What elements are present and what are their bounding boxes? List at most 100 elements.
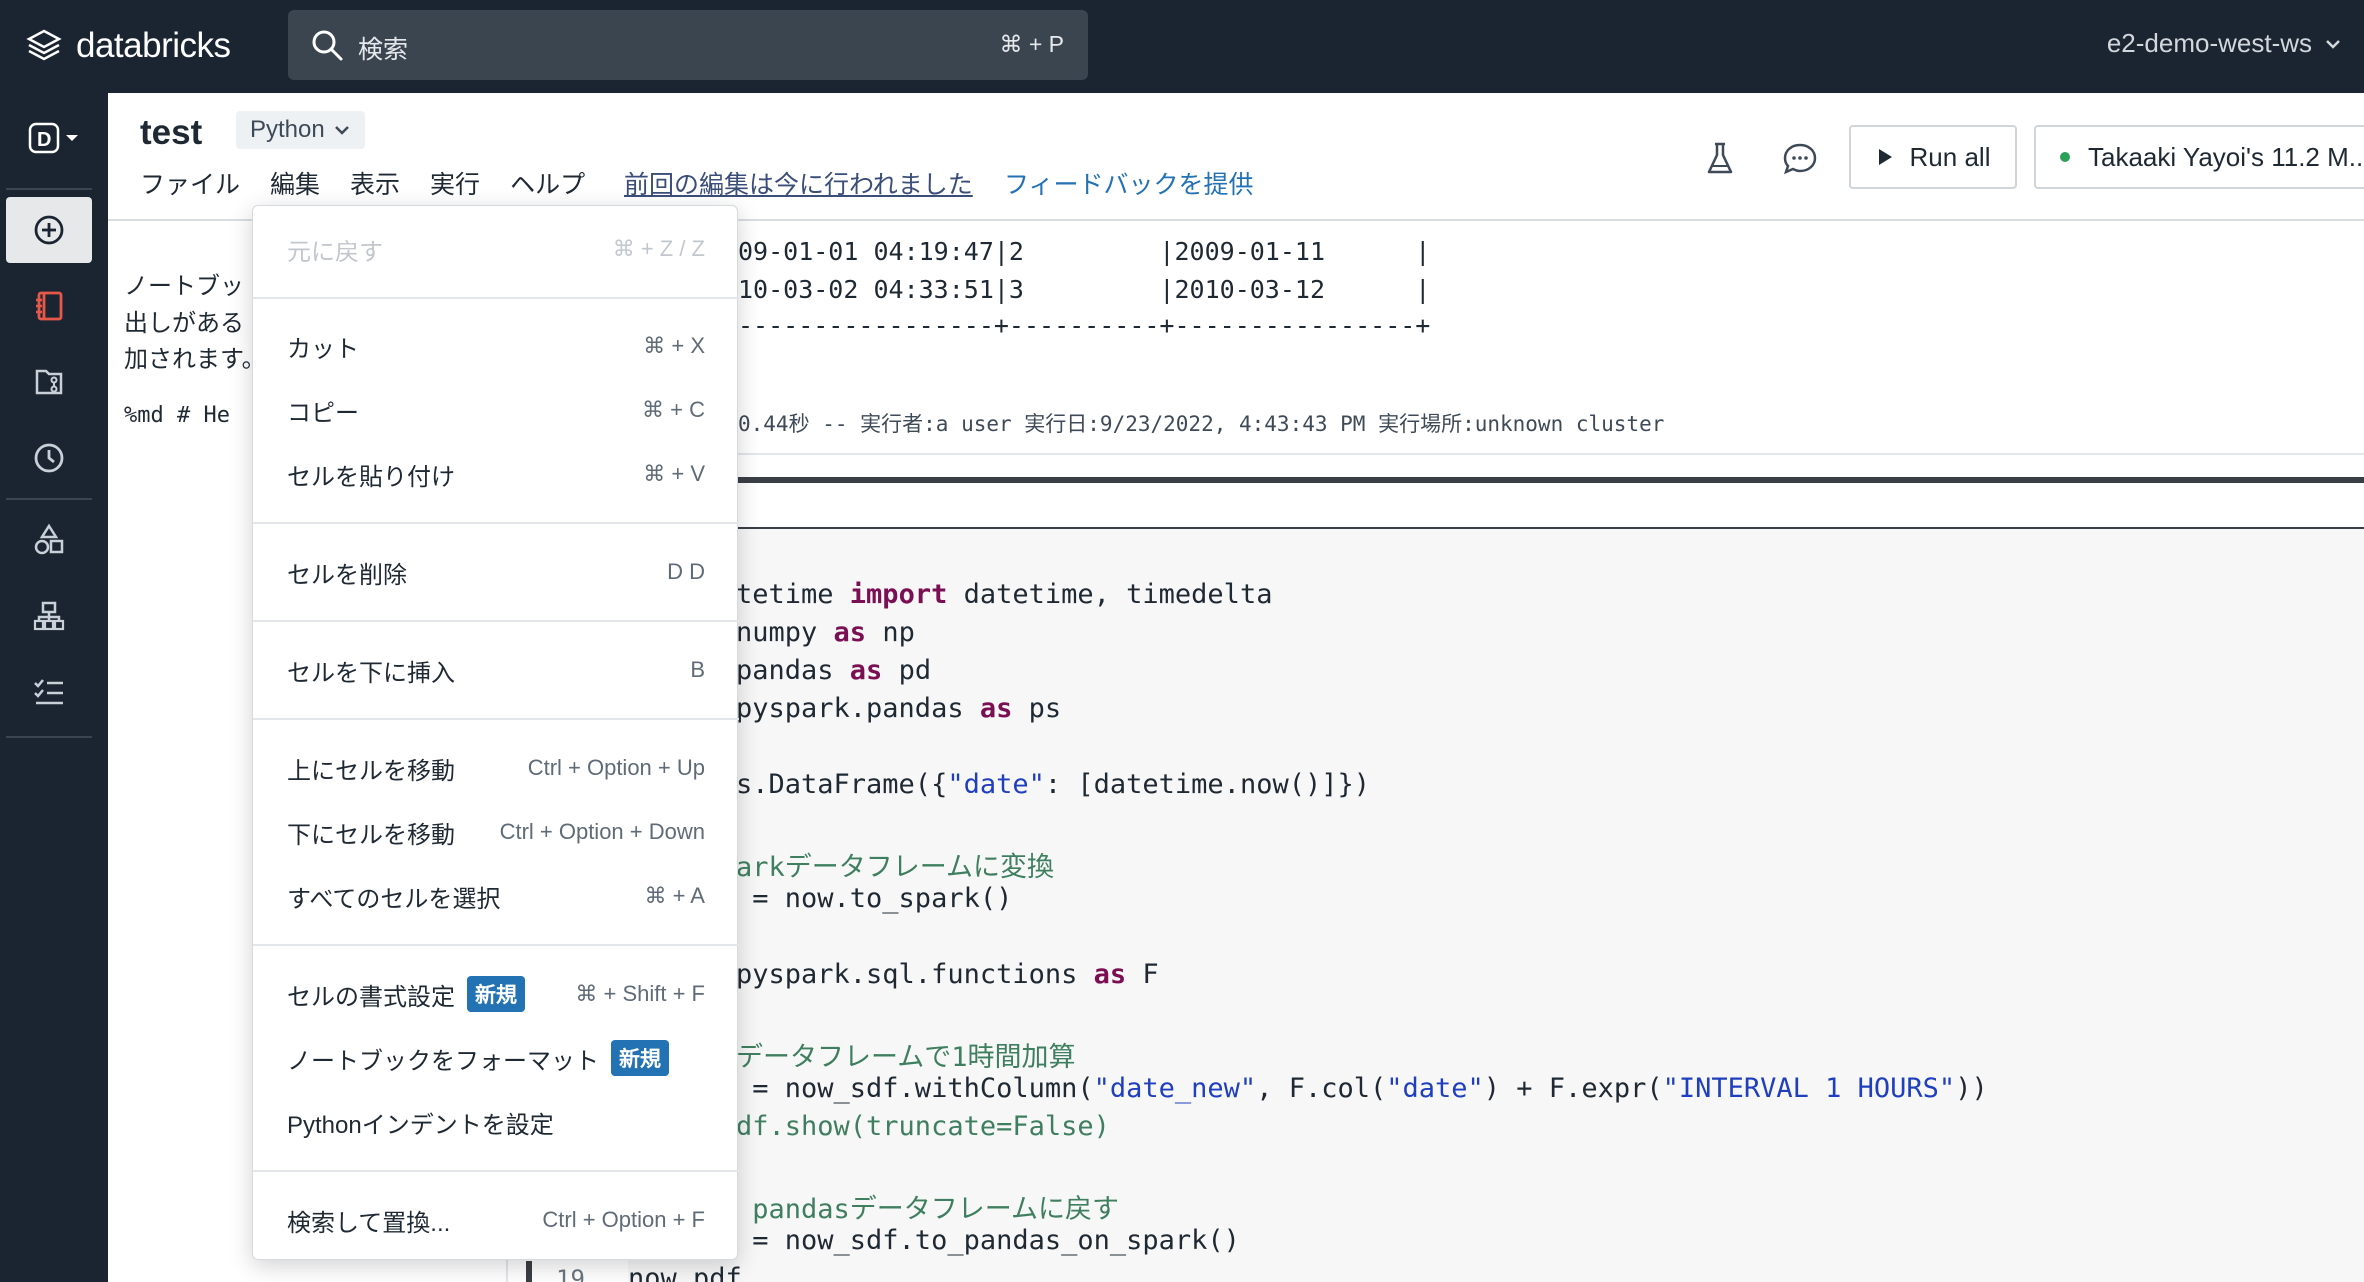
search-icon	[310, 28, 344, 62]
menu-item-label: 上にセルを移動	[287, 751, 455, 786]
menu-item-label: 検索して置換...	[287, 1203, 450, 1238]
side-panel-text: ノートブッ	[124, 266, 244, 301]
execution-info: 0.44秒 -- 実行者:a user 実行日:9/23/2022, 4:43:…	[738, 408, 1664, 438]
notebook-menubar: ファイル 編集 表示 実行 ヘルプ	[140, 165, 585, 201]
sidebar-item-notebook[interactable]	[6, 273, 92, 339]
clock-icon	[32, 441, 66, 475]
compute-icon	[32, 599, 66, 633]
search-bar[interactable]: 検索 ⌘ + P	[288, 10, 1088, 80]
run-all-button[interactable]: Run all	[1849, 125, 2017, 189]
menu-item-cut[interactable]: カット ⌘ + X	[253, 318, 739, 374]
workspace-switcher-icon: D	[23, 121, 85, 155]
menu-item-shortcut: ⌘ + Z / Z	[613, 236, 705, 262]
menu-item-label: セルを削除	[287, 555, 407, 590]
code-line[interactable]: now_pdf	[628, 1263, 742, 1282]
sidebar-item-repos[interactable]	[6, 349, 92, 415]
menu-help[interactable]: ヘルプ	[510, 165, 585, 201]
code-line[interactable]: s.DataFrame({"date": [datetime.now()]})	[736, 769, 1370, 800]
search-placeholder: 検索	[358, 30, 408, 66]
menu-view[interactable]: 表示	[350, 165, 400, 201]
markdown-cell-preview[interactable]: %md # He	[124, 403, 230, 428]
menu-item-label: ノートブックをフォーマット	[287, 1041, 599, 1076]
menu-divider	[253, 718, 739, 720]
code-comment[interactable]: df.show(truncate=False)	[736, 1111, 1110, 1142]
menu-item-find-replace[interactable]: 検索して置換... Ctrl + Option + F	[253, 1192, 739, 1248]
menu-divider	[253, 944, 739, 946]
edit-menu-dropdown: 元に戻す ⌘ + Z / Z カット ⌘ + X コピー ⌘ + C セルを貼り…	[252, 205, 738, 1260]
menu-item-shortcut: Ctrl + Option + Up	[528, 755, 705, 781]
sidebar-item-data[interactable]	[6, 507, 92, 573]
menu-item-format-cell[interactable]: セルの書式設定 新規 ⌘ + Shift + F	[253, 966, 739, 1022]
menu-item-insert-cell-below[interactable]: セルを下に挿入 B	[253, 642, 739, 698]
sidebar-item-recents[interactable]	[6, 425, 92, 491]
language-label: Python	[250, 116, 325, 144]
menu-item-label: セルの書式設定	[287, 977, 455, 1012]
workspace-switcher[interactable]: D	[6, 105, 102, 171]
menu-edit[interactable]: 編集	[270, 165, 320, 201]
new-badge: 新規	[467, 976, 525, 1012]
brand-name: databricks	[76, 26, 231, 66]
last-edit-link[interactable]: 前回の編集は今に行われました	[624, 165, 973, 201]
code-line[interactable]: numpy as np	[736, 617, 915, 648]
gutter-marker	[526, 1261, 532, 1282]
code-line[interactable]: = now_sdf.withColumn("date_new", F.col("…	[736, 1073, 1988, 1104]
workspace-selector[interactable]: e2-demo-west-ws	[2107, 28, 2342, 59]
notebook-header: test Python ファイル 編集 表示 実行 ヘルプ 前回の編集は今に行わ…	[108, 93, 2364, 221]
menu-divider	[253, 1170, 739, 1172]
cell-divider	[628, 477, 2364, 483]
menu-item-shortcut: D D	[667, 559, 705, 585]
menu-item-move-cell-up[interactable]: 上にセルを移動 Ctrl + Option + Up	[253, 740, 739, 796]
menu-item-shortcut: ⌘ + A	[644, 883, 705, 909]
menu-item-shortcut: ⌘ + C	[642, 397, 705, 423]
workspace-name: e2-demo-west-ws	[2107, 28, 2312, 59]
shapes-icon	[32, 523, 66, 557]
menu-item-paste-cell[interactable]: セルを貼り付け ⌘ + V	[253, 446, 739, 502]
menu-item-move-cell-down[interactable]: 下にセルを移動 Ctrl + Option + Down	[253, 804, 739, 860]
code-line[interactable]: pandas as pd	[736, 655, 931, 686]
cluster-selector[interactable]: Takaaki Yayoi's 11.2 M...	[2034, 125, 2364, 189]
sidebar-divider	[6, 498, 92, 500]
output-row: -----------------+----------+-----------…	[738, 311, 1430, 340]
sidebar-item-new[interactable]	[6, 197, 92, 263]
cluster-name: Takaaki Yayoi's 11.2 M...	[2088, 142, 2364, 173]
sidebar-item-compute[interactable]	[6, 583, 92, 649]
menu-item-python-indent[interactable]: Pythonインデントを設定	[253, 1094, 739, 1150]
language-selector[interactable]: Python	[236, 111, 365, 149]
sidebar-divider	[6, 188, 92, 190]
menu-item-copy[interactable]: コピー ⌘ + C	[253, 382, 739, 438]
line-number: 19	[556, 1265, 585, 1282]
menu-item-label: すべてのセルを選択	[287, 879, 500, 914]
code-comment[interactable]: データフレームで1時間加算	[736, 1035, 1075, 1074]
code-line[interactable]: pyspark.pandas as ps	[736, 693, 1061, 724]
menu-item-shortcut: ⌘ + V	[643, 461, 705, 487]
top-bar: databricks 検索 ⌘ + P e2-demo-west-ws	[0, 0, 2364, 93]
menu-item-shortcut: B	[690, 657, 705, 683]
code-line[interactable]: = now_sdf.to_pandas_on_spark()	[736, 1225, 1240, 1256]
menu-item-delete-cell[interactable]: セルを削除 D D	[253, 544, 739, 600]
menu-item-select-all-cells[interactable]: すべてのセルを選択 ⌘ + A	[253, 868, 739, 924]
cell-divider	[628, 453, 2364, 455]
menu-divider	[253, 620, 739, 622]
comments-icon[interactable]	[1780, 139, 1820, 179]
databricks-logo[interactable]: databricks	[26, 22, 231, 70]
menu-item-undo[interactable]: 元に戻す ⌘ + Z / Z	[253, 221, 739, 277]
feedback-link[interactable]: フィードバックを提供	[1004, 165, 1254, 201]
chevron-down-icon	[2324, 35, 2342, 53]
checklist-icon	[32, 675, 66, 709]
code-line[interactable]: tetime import datetime, timedelta	[736, 579, 1272, 610]
sidebar-item-jobs[interactable]	[6, 659, 92, 725]
code-comment[interactable]: pandasデータフレームに戻す	[736, 1187, 1119, 1226]
side-panel-text: 出しがある	[124, 303, 244, 338]
menu-divider	[253, 297, 739, 299]
code-line[interactable]: = now.to_spark()	[736, 883, 1012, 914]
experiment-flask-icon[interactable]	[1700, 139, 1740, 179]
menu-item-format-notebook[interactable]: ノートブックをフォーマット 新規	[253, 1030, 739, 1086]
repos-icon	[32, 365, 66, 399]
code-comment[interactable]: arkデータフレームに変換	[736, 845, 1054, 884]
output-row: 09-01-01 04:19:47|2 |2009-01-11 |	[738, 237, 1430, 266]
code-line[interactable]: pyspark.sql.functions as F	[736, 959, 1159, 990]
notebook-title[interactable]: test	[140, 113, 202, 153]
menu-file[interactable]: ファイル	[140, 165, 240, 201]
menu-item-label: セルを貼り付け	[287, 457, 455, 492]
menu-run[interactable]: 実行	[430, 165, 480, 201]
